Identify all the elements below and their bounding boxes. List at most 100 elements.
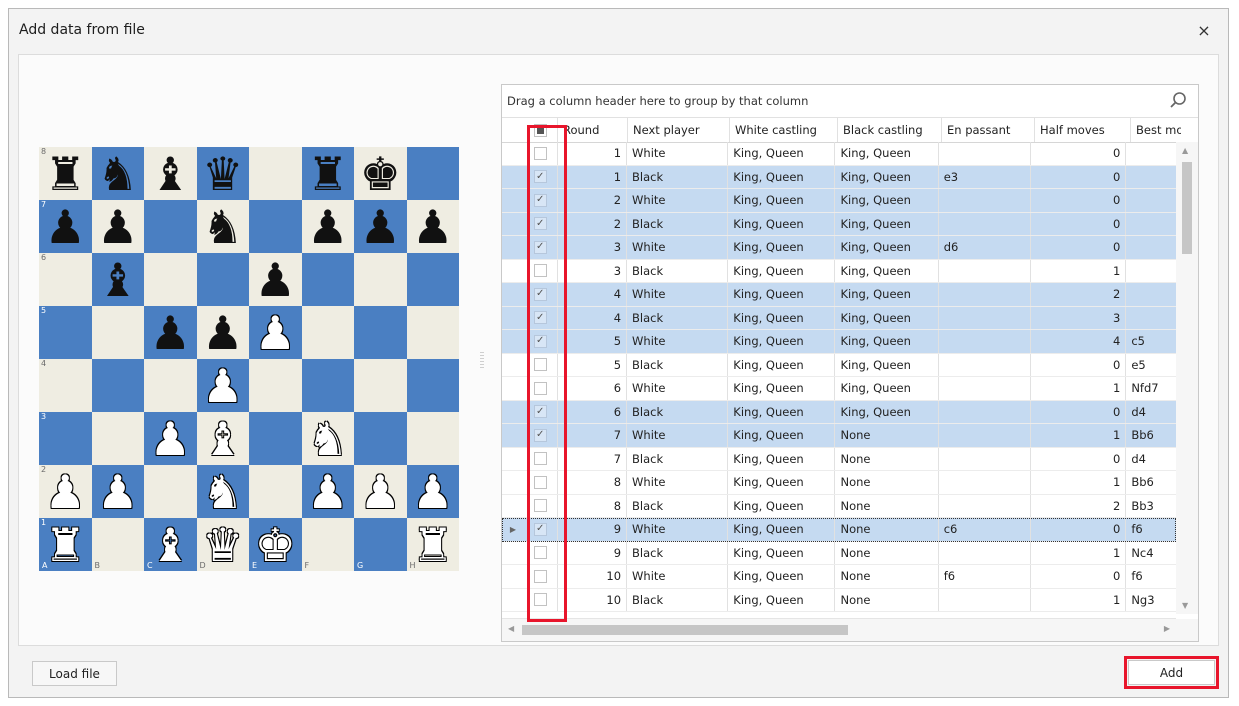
- square-c2[interactable]: [144, 465, 197, 518]
- cell-half-moves[interactable]: 0: [1031, 400, 1127, 423]
- cell-white-castling[interactable]: King, Queen: [728, 353, 836, 376]
- square-g2[interactable]: ♟: [354, 465, 407, 518]
- white-pawn-icon[interactable]: ♟: [45, 469, 86, 515]
- black-pawn-icon[interactable]: ♟: [97, 204, 138, 250]
- horizontal-scrollbar[interactable]: ◀ ▶: [502, 618, 1176, 641]
- cell-en-passant[interactable]: [939, 330, 1032, 353]
- cell-en-passant[interactable]: [939, 212, 1032, 235]
- white-rook-icon[interactable]: ♜: [45, 522, 86, 568]
- square-d8[interactable]: ♛: [196, 147, 249, 200]
- cell-round[interactable]: 2: [558, 189, 628, 212]
- cell-white-castling[interactable]: King, Queen: [728, 142, 836, 165]
- cell-best-move[interactable]: [1126, 307, 1176, 330]
- row-select-cell[interactable]: [524, 353, 558, 376]
- cell-black-castling[interactable]: King, Queen: [835, 283, 939, 306]
- square-e2[interactable]: [249, 465, 302, 518]
- cell-black-castling[interactable]: None: [835, 424, 939, 447]
- black-pawn-icon[interactable]: ♟: [255, 257, 296, 303]
- row-checkbox[interactable]: ✓: [533, 240, 547, 254]
- row-select-cell[interactable]: [524, 471, 558, 494]
- row-select-cell[interactable]: [524, 447, 558, 470]
- square-d4[interactable]: ♟: [196, 359, 249, 412]
- table-row[interactable]: 7 Black King, Queen None 0 d4: [502, 447, 1176, 471]
- cell-next-player[interactable]: White: [627, 236, 729, 259]
- square-g7[interactable]: ♟: [354, 200, 407, 253]
- scroll-up-icon[interactable]: ▲: [1182, 146, 1188, 155]
- select-all-header[interactable]: [524, 118, 558, 142]
- cell-round[interactable]: 3: [558, 259, 628, 282]
- cell-white-castling[interactable]: King, Queen: [728, 259, 836, 282]
- square-f6[interactable]: [301, 253, 354, 306]
- row-checkbox[interactable]: ✓: [533, 170, 547, 184]
- square-f4[interactable]: [301, 359, 354, 412]
- cell-black-castling[interactable]: King, Queen: [835, 236, 939, 259]
- white-pawn-icon[interactable]: ♟: [202, 363, 243, 409]
- square-c7[interactable]: [144, 200, 197, 253]
- cell-round[interactable]: 9: [558, 518, 628, 541]
- cell-next-player[interactable]: White: [627, 424, 729, 447]
- row-checkbox[interactable]: [533, 146, 547, 160]
- black-bishop-icon[interactable]: ♝: [150, 151, 191, 197]
- cell-en-passant[interactable]: d6: [939, 236, 1032, 259]
- cell-next-player[interactable]: Black: [627, 259, 729, 282]
- square-c3[interactable]: ♟: [144, 412, 197, 465]
- cell-white-castling[interactable]: King, Queen: [728, 377, 836, 400]
- square-g5[interactable]: [354, 306, 407, 359]
- row-select-cell[interactable]: ✓: [524, 518, 558, 541]
- square-g1[interactable]: G: [354, 518, 407, 571]
- row-checkbox[interactable]: ✓: [533, 334, 547, 348]
- cell-best-move[interactable]: [1126, 142, 1176, 165]
- table-row[interactable]: ✓ 1 Black King, Queen King, Queen e3 0: [502, 165, 1176, 189]
- cell-white-castling[interactable]: King, Queen: [728, 165, 836, 188]
- row-checkbox[interactable]: [533, 381, 547, 395]
- cell-next-player[interactable]: Black: [627, 447, 729, 470]
- white-bishop-icon[interactable]: ♝: [150, 522, 191, 568]
- cell-white-castling[interactable]: King, Queen: [728, 494, 836, 517]
- square-a4[interactable]: 4: [39, 359, 92, 412]
- square-c1[interactable]: C ♝: [144, 518, 197, 571]
- cell-white-castling[interactable]: King, Queen: [728, 447, 836, 470]
- square-h4[interactable]: [406, 359, 459, 412]
- cell-best-move[interactable]: [1126, 283, 1176, 306]
- cell-black-castling[interactable]: King, Queen: [835, 353, 939, 376]
- cell-half-moves[interactable]: 1: [1031, 259, 1127, 282]
- cell-round[interactable]: 10: [558, 588, 628, 611]
- black-rook-icon[interactable]: ♜: [307, 151, 348, 197]
- cell-black-castling[interactable]: None: [835, 471, 939, 494]
- row-checkbox[interactable]: ✓: [533, 311, 547, 325]
- cell-black-castling[interactable]: King, Queen: [835, 212, 939, 235]
- cell-best-move[interactable]: e5: [1126, 354, 1176, 377]
- cell-best-move[interactable]: Bb6: [1126, 471, 1176, 494]
- row-checkbox[interactable]: [533, 358, 547, 372]
- row-checkbox[interactable]: [533, 475, 547, 489]
- row-checkbox[interactable]: ✓: [533, 522, 547, 536]
- cell-half-moves[interactable]: 0: [1031, 212, 1127, 235]
- column-header-next-player[interactable]: Next player: [628, 118, 730, 142]
- cell-best-move[interactable]: [1126, 166, 1176, 189]
- square-d7[interactable]: ♞: [196, 200, 249, 253]
- square-e4[interactable]: [249, 359, 302, 412]
- cell-best-move[interactable]: Ng3: [1126, 589, 1176, 612]
- square-c4[interactable]: [144, 359, 197, 412]
- black-pawn-icon[interactable]: ♟: [360, 204, 401, 250]
- column-header-black-castling[interactable]: Black castling: [838, 118, 942, 142]
- square-d6[interactable]: [196, 253, 249, 306]
- square-e3[interactable]: [249, 412, 302, 465]
- white-rook-icon[interactable]: ♜: [412, 522, 453, 568]
- square-f3[interactable]: ♞: [301, 412, 354, 465]
- row-checkbox[interactable]: ✓: [533, 428, 547, 442]
- white-pawn-icon[interactable]: ♟: [255, 310, 296, 356]
- cell-round[interactable]: 1: [558, 142, 628, 165]
- square-h3[interactable]: [406, 412, 459, 465]
- square-a5[interactable]: 5: [39, 306, 92, 359]
- white-knight-icon[interactable]: ♞: [307, 416, 348, 462]
- vertical-scroll-thumb[interactable]: [1182, 162, 1192, 254]
- black-king-icon[interactable]: ♚: [360, 151, 401, 197]
- square-a8[interactable]: 8 ♜: [39, 147, 92, 200]
- square-b2[interactable]: ♟: [91, 465, 144, 518]
- cell-white-castling[interactable]: King, Queen: [728, 565, 836, 588]
- cell-white-castling[interactable]: King, Queen: [728, 400, 836, 423]
- cell-round[interactable]: 5: [558, 353, 628, 376]
- row-select-cell[interactable]: [524, 377, 558, 400]
- cell-next-player[interactable]: White: [627, 330, 729, 353]
